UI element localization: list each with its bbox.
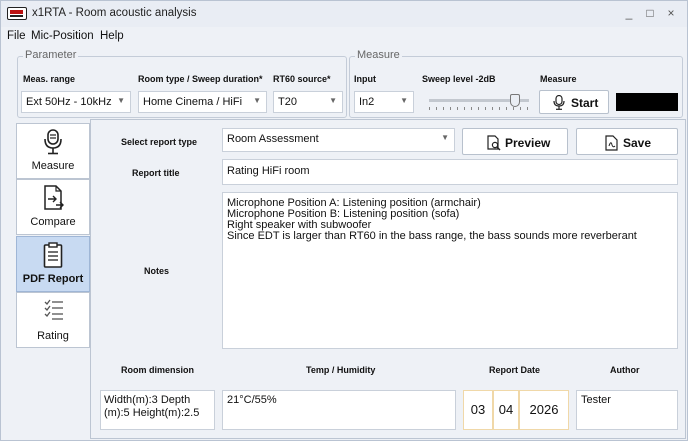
sweep-level-label: Sweep level -2dB — [422, 74, 496, 84]
room-dimension-label: Room dimension — [121, 365, 195, 375]
preview-button[interactable]: Preview — [462, 128, 568, 155]
title-bar: x1RTA - Room acoustic analysis _ □ × — [1, 1, 687, 27]
report-date-day[interactable]: 03 — [463, 390, 493, 430]
chevron-down-icon: ▼ — [117, 96, 125, 105]
slider-ticks — [429, 107, 529, 110]
window-title: x1RTA - Room acoustic analysis — [32, 7, 197, 19]
tab-measure-label: Measure — [31, 160, 75, 172]
room-type-select[interactable]: Home Cinema / HiFi ▼ — [138, 91, 267, 113]
menu-mic-position[interactable]: Mic-Position — [31, 30, 94, 42]
room-dimension-value: Width(m):3 Depth (m):5 Height(m):2.5 — [104, 394, 200, 419]
room-type-value: Home Cinema / HiFi — [143, 96, 243, 108]
report-title-value: Rating HiFi room — [227, 165, 310, 177]
chevron-down-icon: ▼ — [400, 96, 408, 105]
app-window: x1RTA - Room acoustic analysis _ □ × Fil… — [0, 0, 688, 441]
level-meter — [616, 93, 678, 111]
temp-humidity-label: Temp / Humidity — [306, 365, 376, 375]
rt60-source-select[interactable]: T20 ▼ — [273, 91, 343, 113]
temp-humidity-input[interactable]: 21°C/55% — [222, 390, 456, 430]
maximize-button[interactable]: □ — [642, 5, 658, 21]
author-value: Tester — [581, 394, 611, 406]
report-title-input[interactable]: Rating HiFi room — [222, 159, 678, 185]
minimize-button[interactable]: _ — [621, 5, 637, 21]
notes-textarea[interactable]: Microphone Position A: Listening positio… — [222, 192, 678, 349]
checklist-icon — [44, 299, 63, 320]
input-label: Input — [354, 74, 376, 84]
report-title-label: Report title — [132, 168, 180, 178]
room-dimension-input[interactable]: Width(m):3 Depth (m):5 Height(m):2.5 — [100, 390, 215, 430]
start-button-label: Start — [571, 96, 599, 110]
author-input[interactable]: Tester — [576, 390, 678, 430]
menu-file[interactable]: File — [7, 30, 26, 42]
chevron-down-icon: ▼ — [253, 96, 261, 105]
input-select[interactable]: In2 ▼ — [354, 91, 414, 113]
rt60-source-label: RT60 source* — [273, 74, 331, 84]
tab-rating[interactable]: Rating — [16, 292, 90, 348]
menu-help[interactable]: Help — [100, 30, 124, 42]
microphone-icon — [44, 129, 62, 155]
meas-range-label: Meas. range — [23, 74, 76, 84]
report-type-value: Room Assessment — [227, 133, 319, 145]
menu-bar: File Mic-Position Help — [1, 28, 687, 45]
notes-line: Since EDT is larger than RT60 in the bas… — [227, 230, 637, 242]
slider-thumb[interactable] — [510, 94, 520, 107]
input-value: In2 — [359, 96, 375, 108]
report-date-month[interactable]: 04 — [493, 390, 519, 430]
tab-rating-label: Rating — [37, 330, 69, 342]
tab-measure[interactable]: Measure — [16, 123, 90, 179]
microphone-icon — [553, 95, 565, 110]
temp-humidity-value: 21°C/55% — [227, 394, 277, 406]
preview-icon — [487, 135, 501, 151]
close-button[interactable]: × — [663, 5, 679, 21]
pdf-file-icon — [605, 135, 618, 151]
chevron-down-icon: ▼ — [329, 96, 337, 105]
preview-button-label: Preview — [505, 136, 551, 150]
parameter-group-title: Parameter — [23, 49, 79, 61]
report-type-select[interactable]: Room Assessment ▼ — [222, 128, 455, 152]
meas-range-value: Ext 50Hz - 10kHz — [26, 96, 112, 108]
notes-label: Notes — [144, 266, 170, 276]
save-button[interactable]: Save — [576, 128, 678, 155]
sweep-level-slider[interactable] — [429, 91, 529, 113]
room-type-label: Room type / Sweep duration* — [138, 74, 263, 84]
tab-compare[interactable]: Compare — [16, 179, 90, 235]
measure-label: Measure — [540, 74, 577, 84]
tab-pdf-report[interactable]: PDF Report — [16, 236, 90, 292]
report-date-label: Report Date — [489, 365, 541, 375]
measure-group-title: Measure — [355, 49, 402, 61]
save-button-label: Save — [623, 136, 652, 150]
report-type-label: Select report type — [121, 137, 198, 147]
rt60-source-value: T20 — [278, 96, 297, 108]
meas-range-select[interactable]: Ext 50Hz - 10kHz ▼ — [21, 91, 131, 113]
author-label: Author — [610, 365, 640, 375]
start-button[interactable]: Start — [539, 90, 609, 114]
pdf-report-icon — [43, 242, 63, 268]
report-date-year[interactable]: 2026 — [519, 390, 569, 430]
chevron-down-icon: ▼ — [441, 133, 449, 142]
compare-document-icon — [44, 185, 64, 210]
tab-pdf-report-label: PDF Report — [22, 273, 84, 285]
tab-compare-label: Compare — [30, 216, 76, 228]
app-logo-icon — [7, 7, 27, 20]
